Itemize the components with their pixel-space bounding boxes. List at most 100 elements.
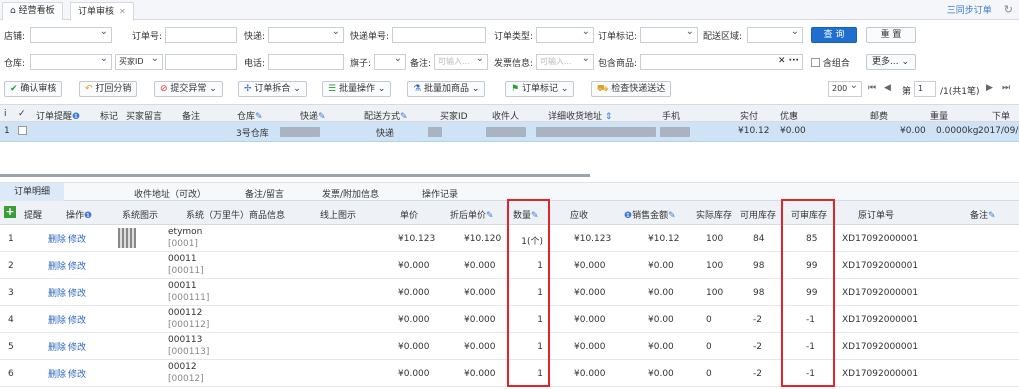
tab-invoice[interactable]: 发票/附加信息 — [322, 187, 379, 200]
col-d-avail-stock[interactable]: 可用库存 — [740, 208, 776, 221]
edit-link[interactable]: 修改 — [68, 367, 86, 380]
horizontal-scrollbar[interactable] — [0, 174, 590, 177]
col-mark[interactable]: 标记 — [100, 109, 118, 122]
col-d-qty[interactable]: 数量✎ — [513, 208, 539, 221]
col-mobile[interactable]: 手机 — [662, 109, 680, 122]
query-button[interactable]: 查 询 — [811, 27, 857, 43]
split-back-button[interactable]: ↶ 打回分销 — [79, 81, 138, 97]
batch-ops-button[interactable]: ☰ 批量操作 ⌄ — [322, 81, 392, 97]
col-d-actual-stock[interactable]: 实际库存 — [696, 208, 732, 221]
prev-page-icon[interactable]: ◀ — [884, 83, 891, 93]
col-weight[interactable]: 重量 — [930, 109, 948, 122]
col-d-unit-price[interactable]: 单价 — [400, 208, 418, 221]
order-row-checkbox[interactable] — [18, 126, 27, 137]
quantity[interactable]: 1 — [537, 315, 543, 325]
col-postage[interactable]: 邮费 — [870, 109, 888, 122]
col-paid[interactable]: 实付 — [740, 109, 758, 122]
col-d-approvable-stock[interactable]: 可审库存 — [791, 208, 827, 221]
detail-row[interactable]: 2 删除 修改 00011 [00011] ¥0.000 ¥0.000 1 ¥0.000 ¥0.0… — [0, 252, 1019, 279]
reset-button[interactable]: 重 置 — [866, 27, 916, 43]
express-no-input[interactable] — [392, 27, 486, 43]
merge-split-button[interactable]: ✢ 订单拆合 ⌄ — [238, 81, 307, 97]
order-type-select[interactable] — [536, 27, 594, 43]
order-row[interactable]: 1 3号仓库 快递 ¥10.12 ¥0.00 ¥0.00 0.0000kg 20… — [0, 122, 1019, 142]
detail-row[interactable]: 1 删除 修改 etymon [0001] ¥10.123 ¥10.120 1(个) ¥10.1… — [0, 225, 1019, 252]
detail-row[interactable]: 6 删除 修改 00012 [00012] ¥0.000 ¥0.000 1 ¥0.000 ¥0.0… — [0, 360, 1019, 387]
buyer-id-input[interactable] — [165, 54, 237, 70]
quantity[interactable]: 1 — [537, 288, 543, 298]
phone-input[interactable] — [268, 54, 344, 70]
col-order-date[interactable]: 下单 — [992, 109, 1010, 122]
invoice-input[interactable]: 可输入... — [536, 54, 594, 70]
first-page-icon[interactable]: ⏮ — [868, 83, 876, 93]
col-d-ops[interactable]: 操作❶ — [66, 208, 92, 221]
col-address[interactable]: 详细收货地址 ⇕ — [548, 109, 612, 122]
col-d-orig-order[interactable]: 原订单号 — [858, 208, 894, 221]
delete-link[interactable]: 删除 — [48, 232, 66, 245]
page-number-input[interactable]: 1 — [914, 81, 936, 97]
approve-button[interactable]: ✔ 确认审核 — [4, 81, 63, 97]
tab-order-detail[interactable]: 订单明细 — [0, 183, 65, 202]
detail-row[interactable]: 5 删除 修改 000113 [000113] ¥0.000 ¥0.000 1 ¥0.000 ¥0… — [0, 333, 1019, 360]
tab-remarks[interactable]: 备注/留言 — [245, 187, 284, 200]
col-d-sys-img[interactable]: 系统图示 — [122, 208, 158, 221]
col-remark[interactable]: 备注 — [182, 109, 200, 122]
edit-link[interactable]: 修改 — [68, 313, 86, 326]
col-d-sys-info[interactable]: 系统（万里牛）商品信息 — [186, 208, 285, 221]
add-icon[interactable]: + — [4, 206, 16, 218]
col-discount[interactable]: 优惠 — [780, 109, 798, 122]
col-buyer-id[interactable]: 买家ID — [440, 109, 468, 122]
quantity[interactable]: 1(个) — [521, 234, 543, 247]
delete-link[interactable]: 删除 — [48, 367, 66, 380]
page-size-select[interactable]: 200 — [828, 81, 862, 97]
store-select[interactable] — [30, 27, 112, 43]
delete-link[interactable]: 删除 — [48, 340, 66, 353]
buyer-id-select[interactable]: 买家ID — [115, 54, 163, 70]
quantity[interactable]: 1 — [537, 342, 543, 352]
order-flag-select[interactable] — [640, 27, 698, 43]
col-buyer-msg[interactable]: 买家留言 — [126, 109, 162, 122]
tab-address[interactable]: 收件地址（可改） — [134, 187, 206, 200]
delete-link[interactable]: 删除 — [48, 313, 66, 326]
edit-link[interactable]: 修改 — [68, 259, 86, 272]
detail-row[interactable]: 4 删除 修改 000112 [000112] ¥0.000 ¥0.000 1 ¥0.000 ¥0… — [0, 306, 1019, 333]
edit-link[interactable]: 修改 — [68, 286, 86, 299]
sync-orders-link[interactable]: 三同步订单 ↻ — [947, 3, 1013, 16]
order-mark-button[interactable]: ⚑ 订单标记 ⌄ — [505, 81, 575, 97]
close-icon[interactable]: ✕ — [119, 7, 126, 16]
delivery-area-select[interactable] — [747, 27, 803, 43]
clear-icon[interactable]: ✕ ··· — [778, 56, 799, 66]
last-page-icon[interactable]: ⏭ — [1002, 83, 1010, 93]
warehouse-select[interactable] — [30, 54, 112, 70]
col-express[interactable]: 快递✎ — [300, 109, 326, 122]
col-receiver[interactable]: 收件人 — [492, 109, 519, 122]
check-all-icon[interactable]: ✓ — [18, 109, 26, 119]
detail-row[interactable]: 3 删除 修改 00011 [000111] ¥0.000 ¥0.000 1 ¥0.000 ¥0.… — [0, 279, 1019, 306]
refresh-icon[interactable]: ↻ — [1004, 3, 1013, 16]
more-button[interactable]: 更多... ⌄ — [866, 54, 916, 70]
edit-link[interactable]: 修改 — [68, 232, 86, 245]
check-express-button[interactable]: ⛟ 检查快递送达 — [591, 81, 672, 97]
next-page-icon[interactable]: ▶ — [986, 83, 993, 93]
delete-link[interactable]: 删除 — [48, 286, 66, 299]
order-no-input[interactable] — [165, 27, 237, 43]
col-d-disc-price[interactable]: 折后单价✎ — [450, 208, 494, 221]
col-d-receivable[interactable]: 应收 — [570, 208, 588, 221]
col-d-remark[interactable]: 备注✎ — [970, 208, 996, 221]
batch-add-goods-button[interactable]: ⚗ 批量加商品 ⌄ — [407, 81, 486, 97]
quantity[interactable]: 1 — [537, 261, 543, 271]
tab-dashboard[interactable]: ⌂ 经营看板 — [2, 2, 63, 20]
flag-select[interactable] — [374, 54, 406, 70]
combo-checkbox[interactable]: 含组合 — [811, 56, 850, 69]
remark-input[interactable]: 可输入... — [434, 54, 488, 70]
col-d-sale-amount[interactable]: ❶销售金额✎ — [624, 208, 676, 221]
col-remind[interactable]: 订单提醒❶ — [36, 109, 80, 122]
col-delivery[interactable]: 配送方式✎ — [364, 109, 408, 122]
col-d-remind[interactable]: 提醒 — [24, 208, 42, 221]
quantity[interactable]: 1 — [537, 369, 543, 379]
express-select[interactable] — [268, 27, 344, 43]
delete-link[interactable]: 删除 — [48, 259, 66, 272]
edit-link[interactable]: 修改 — [68, 340, 86, 353]
col-warehouse[interactable]: 仓库✎ — [237, 109, 263, 122]
submit-exception-button[interactable]: ⊘ 提交异常 ⌄ — [154, 81, 223, 97]
